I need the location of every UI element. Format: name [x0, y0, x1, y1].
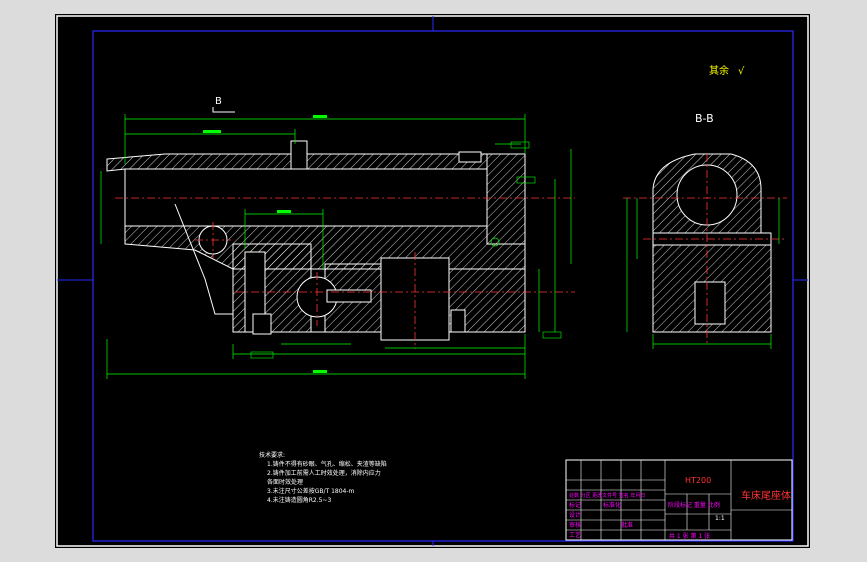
tech-requirements: 技术要求: 1.铸件不得有砂眼、气孔、缩松、夹渣等缺陷 2.铸件加工前需人工时效… — [259, 451, 387, 504]
scale-value: 1:1 — [715, 515, 725, 522]
tech-item: 3.未注尺寸公差按GB/T 1804-m — [267, 487, 355, 495]
main-view: B — [100, 96, 575, 379]
part-name: 车床尾座体 — [741, 489, 791, 502]
section-window — [694, 281, 726, 325]
tb-row-values: 批准 — [621, 521, 633, 529]
cad-viewport[interactable]: 其余 √ B B-B 技术要求: 1.铸件不得有砂眼、气孔、缩松、夹渣等缺陷 2… — [0, 0, 867, 562]
tb-row-label: 工艺 — [569, 531, 581, 539]
material-label: HT200 — [685, 476, 711, 485]
quill-bore — [124, 168, 488, 227]
tech-item: 各面时效处理 — [267, 478, 303, 486]
roughness-note: 其余 — [709, 64, 729, 77]
roughness-symbol: √ — [738, 66, 745, 77]
tech-item: 1.铸件不得有砂眼、气孔、缩松、夹渣等缺陷 — [267, 460, 387, 468]
tech-item: 2.铸件加工前需人工时效处理，消除内应力 — [267, 469, 381, 477]
tb-row-label: 审核 — [569, 521, 581, 529]
title-block: HT200 车床尾座体 阶段标记 重量 比例 1:1 共 1 张 第 1 张 处… — [565, 459, 793, 541]
stage-headers: 阶段标记 重量 比例 — [668, 501, 720, 509]
drawing-canvas: 其余 √ B B-B 技术要求: 1.铸件不得有砂眼、气孔、缩松、夹渣等缺陷 2… — [56, 15, 809, 547]
cut-marker-label: B — [215, 96, 222, 107]
top-boss — [290, 140, 308, 170]
right-wall-hatch — [486, 153, 526, 245]
tech-title: 技术要求: — [259, 451, 285, 459]
cut-marker-arrow — [212, 107, 235, 113]
right-pin — [458, 151, 482, 163]
tb-row-label: 标记 — [569, 501, 581, 509]
section-b-b: B-B — [623, 112, 787, 349]
tb-row-label: 设计 — [569, 511, 581, 519]
drawing-sheet: 其余 √ B B-B 技术要求: 1.铸件不得有砂眼、气孔、缩松、夹渣等缺陷 2… — [55, 14, 810, 548]
tech-item: 4.未注铸造圆角R2.5~3 — [267, 496, 331, 504]
tb-row-values: 处数 分区 更改文件号 签名 年月日 — [569, 492, 645, 499]
quill-bore-lower-hatch — [124, 225, 526, 270]
bottom-slot-right — [450, 309, 466, 333]
section-label: B-B — [695, 112, 714, 125]
bottom-slot-left — [252, 313, 272, 335]
tb-row-values: 标准化 — [603, 501, 621, 509]
sheet-info: 共 1 张 第 1 张 — [669, 532, 710, 540]
